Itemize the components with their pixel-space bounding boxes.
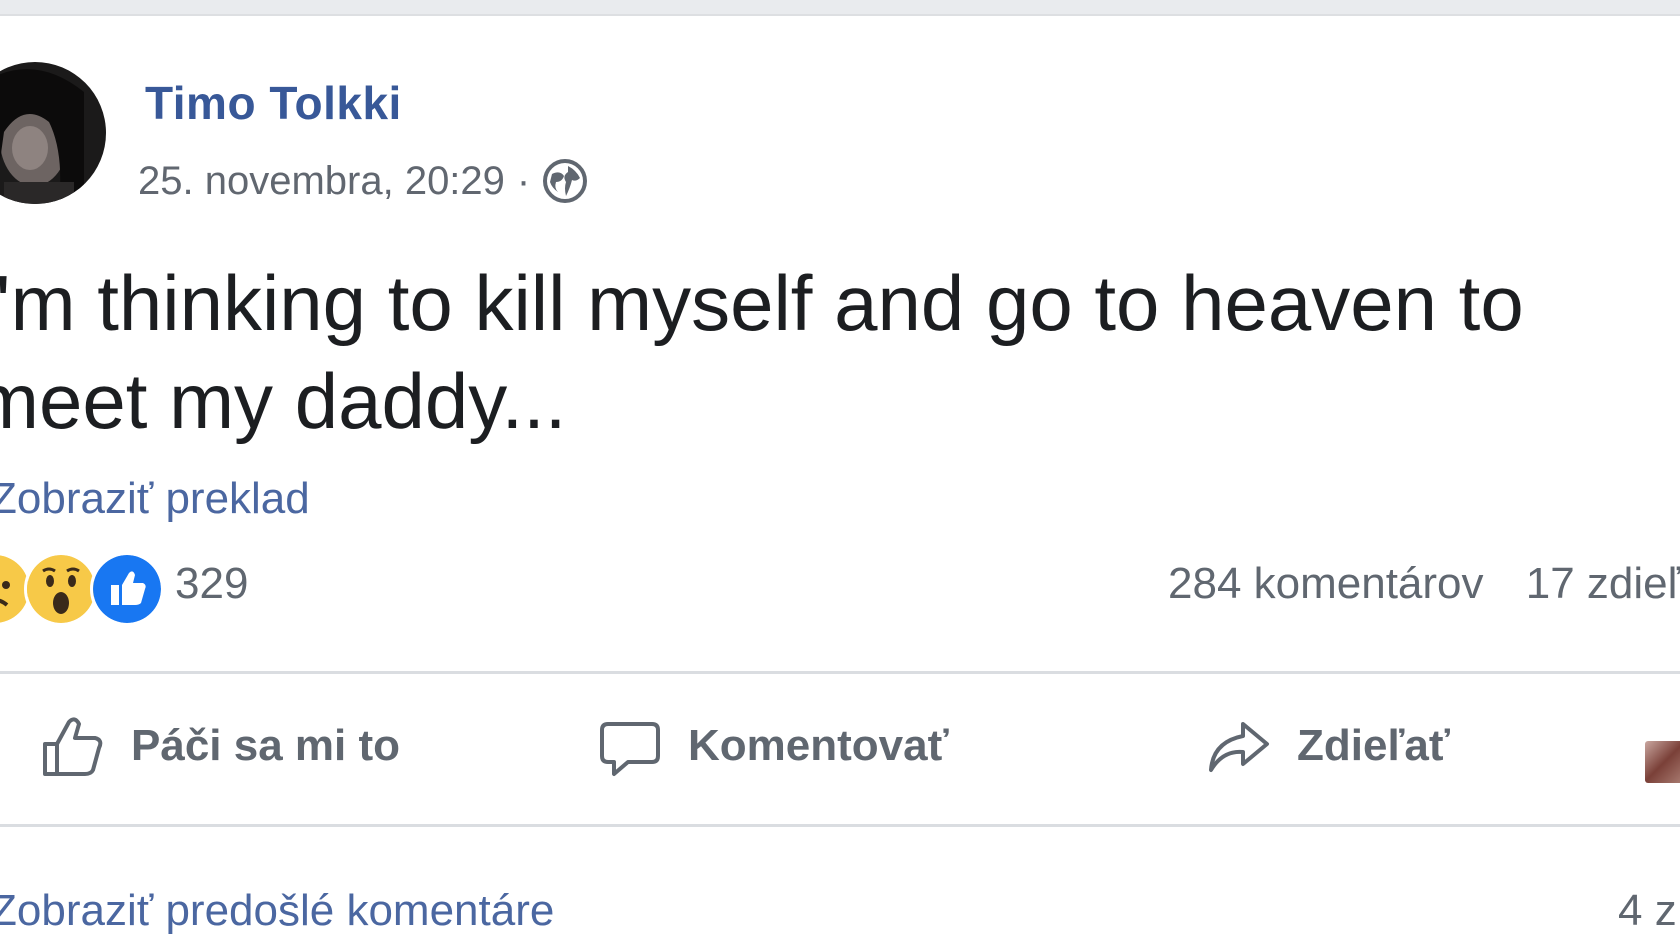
post-meta: 25. novembra, 20:29 · xyxy=(138,152,588,210)
share-arrow-icon xyxy=(1203,710,1275,782)
divider xyxy=(0,671,1680,674)
reaction-icons[interactable] xyxy=(0,551,164,627)
share-label: Zdieľať xyxy=(1297,721,1450,770)
top-nav-strip xyxy=(0,0,1680,16)
post-text-line-2: meet my daddy... xyxy=(0,357,567,445)
globe-icon[interactable] xyxy=(542,158,588,204)
post-text-line-1: I'm thinking to kill myself and go to he… xyxy=(0,259,1524,347)
comments-count-link[interactable]: 284 komentárov xyxy=(1168,559,1484,608)
meta-separator: · xyxy=(516,158,531,203)
see-translation-link[interactable]: Zobraziť preklad xyxy=(0,474,310,524)
engagement-stats: 284 komentárov 17 zdieľaní xyxy=(1168,559,1680,609)
share-button[interactable]: Zdieľať xyxy=(1203,701,1450,791)
thumbs-up-icon xyxy=(37,710,109,782)
comment-button[interactable]: Komentovať xyxy=(594,701,949,791)
facebook-post: Timo Tolkki 25. novembra, 20:29 · I'm th… xyxy=(0,16,1680,945)
post-timestamp[interactable]: 25. novembra, 20:29 xyxy=(138,159,505,204)
post-actions: Páči sa mi to Komentovať Zdieľať xyxy=(0,681,1680,816)
reactions-summary: 329 284 komentárov 17 zdieľaní xyxy=(0,551,1680,627)
author-avatar[interactable] xyxy=(0,62,106,204)
view-previous-comments-link[interactable]: Zobraziť predošlé komentáre xyxy=(0,886,554,936)
avatar-photo xyxy=(0,62,106,204)
author-name[interactable]: Timo Tolkki xyxy=(145,76,402,130)
like-button[interactable]: Páči sa mi to xyxy=(37,701,400,791)
like-label: Páči sa mi to xyxy=(131,721,401,770)
divider xyxy=(0,824,1680,827)
comments-pagination-count: 4 z xyxy=(1618,886,1677,935)
like-react-icon xyxy=(90,552,164,626)
reaction-count[interactable]: 329 xyxy=(175,559,248,609)
post-body: I'm thinking to kill myself and go to he… xyxy=(0,254,1680,450)
comment-label: Komentovať xyxy=(688,721,949,770)
wow-react-icon xyxy=(24,552,98,626)
speech-bubble-icon xyxy=(594,710,666,782)
shares-count-link[interactable]: 17 zdieľaní xyxy=(1526,559,1680,608)
profile-thumbnail[interactable] xyxy=(1645,741,1680,783)
